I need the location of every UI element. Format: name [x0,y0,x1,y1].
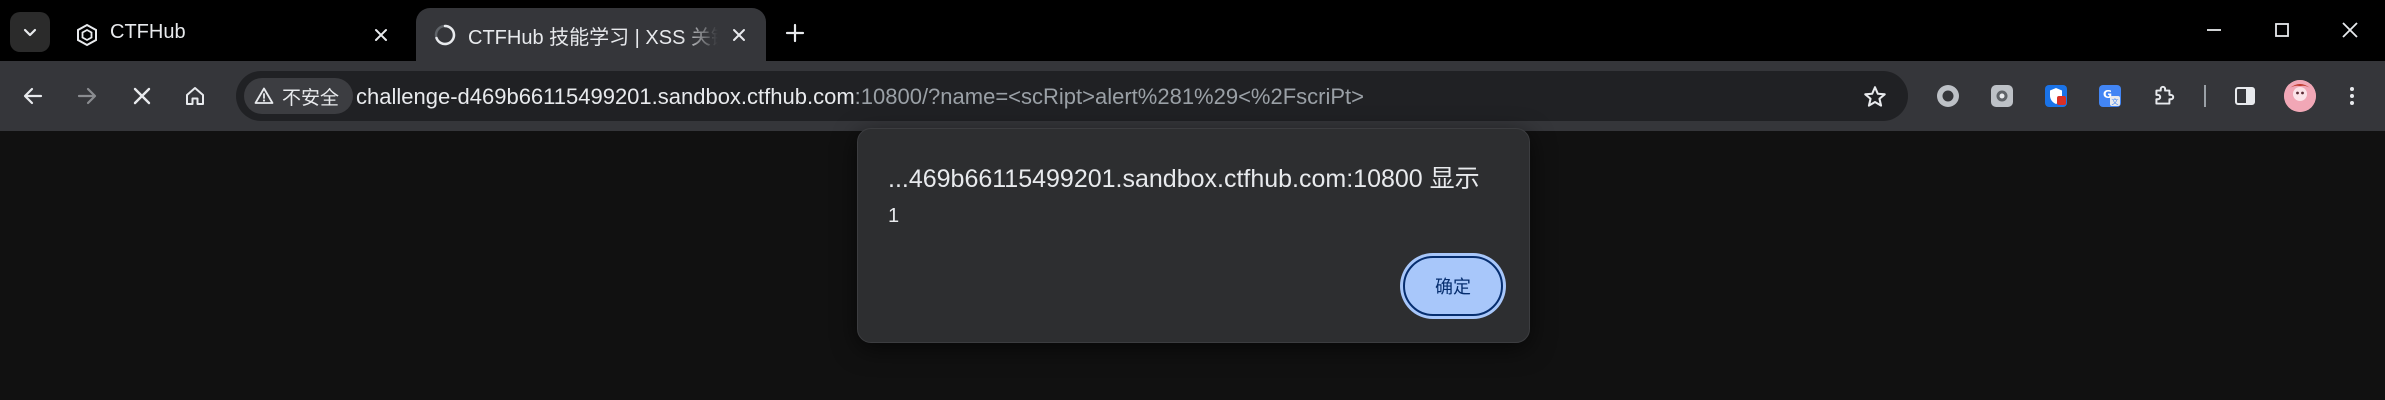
new-tab-button[interactable] [778,16,812,50]
url-host: challenge-d469b66115499201.sandbox.ctfhu… [356,84,855,109]
tab-search-button[interactable] [10,12,50,52]
close-tab-icon[interactable] [726,22,752,48]
ok-button[interactable]: 确定 [1403,256,1503,316]
kebab-menu-icon [2340,84,2364,108]
stop-loading-button[interactable] [121,75,163,117]
close-window-button[interactable] [2322,8,2378,52]
toolbar-divider [2204,85,2206,107]
extension-record-button[interactable] [1930,78,1966,114]
back-button[interactable] [12,75,54,117]
extension-camera-button[interactable] [1984,78,2020,114]
forward-button[interactable] [66,75,108,117]
shield-ext-icon [2043,83,2069,109]
home-icon [183,84,207,108]
address-bar[interactable]: 不安全 challenge-d469b66115499201.sandbox.c… [236,71,1908,121]
extensions-menu-button[interactable] [2146,78,2182,114]
record-circle-icon [1935,83,1961,109]
ctfhub-hexagon-icon [74,22,100,48]
tab-title: CTFHub [110,21,186,43]
close-icon [2341,21,2359,39]
extension-shield-button[interactable] [2038,78,2074,114]
bookmark-star-button[interactable] [1860,82,1890,112]
minimize-icon [2205,21,2223,39]
close-tab-icon[interactable] [368,22,394,48]
security-label: 不安全 [282,87,340,109]
url-path: :10800/?name=<scRipt>alert%281%29<%2Fscr… [854,84,1365,109]
svg-text:文: 文 [2112,97,2119,106]
minimize-button[interactable] [2186,8,2242,52]
security-chip[interactable]: 不安全 [244,78,354,114]
dialog-message: 1 [888,205,900,227]
profile-avatar[interactable] [2284,80,2316,112]
maximize-button[interactable] [2254,8,2310,52]
puzzle-icon [2151,83,2177,109]
home-button[interactable] [174,75,216,117]
extension-translate-button[interactable]: G文 [2092,78,2128,114]
arrow-right-icon [75,84,99,108]
tab-xss-challenge[interactable]: CTFHub 技能学习 | XSS 关键词过滤 [416,8,766,61]
star-icon [1862,84,1888,110]
tab-ctfhub[interactable]: CTFHub [58,8,408,61]
arrow-left-icon [21,84,45,108]
chevron-down-icon [21,23,39,41]
side-panel-icon [2233,84,2257,108]
url-text: challenge-d469b66115499201.sandbox.ctfhu… [356,84,1364,110]
maximize-icon [2273,21,2291,39]
browser-menu-button[interactable] [2334,78,2370,114]
translate-ext-icon: G文 [2097,83,2123,109]
plus-icon [785,23,805,43]
side-panel-button[interactable] [2227,78,2263,114]
close-icon [131,85,153,107]
dialog-title: ...469b66115499201.sandbox.ctfhub.com:10… [888,165,1480,193]
warning-triangle-icon [254,86,274,106]
tab-title: CTFHub 技能学习 | XSS 关键词过滤 [468,27,718,49]
alert-dialog: ...469b66115499201.sandbox.ctfhub.com:10… [857,128,1530,343]
tab-strip: CTFHub CTFHub 技能学习 | XSS 关键词过滤 [0,0,2385,61]
browser-toolbar: 不安全 challenge-d469b66115499201.sandbox.c… [0,61,2385,131]
camera-ext-icon [1989,83,2015,109]
loading-spinner-icon [432,22,458,48]
